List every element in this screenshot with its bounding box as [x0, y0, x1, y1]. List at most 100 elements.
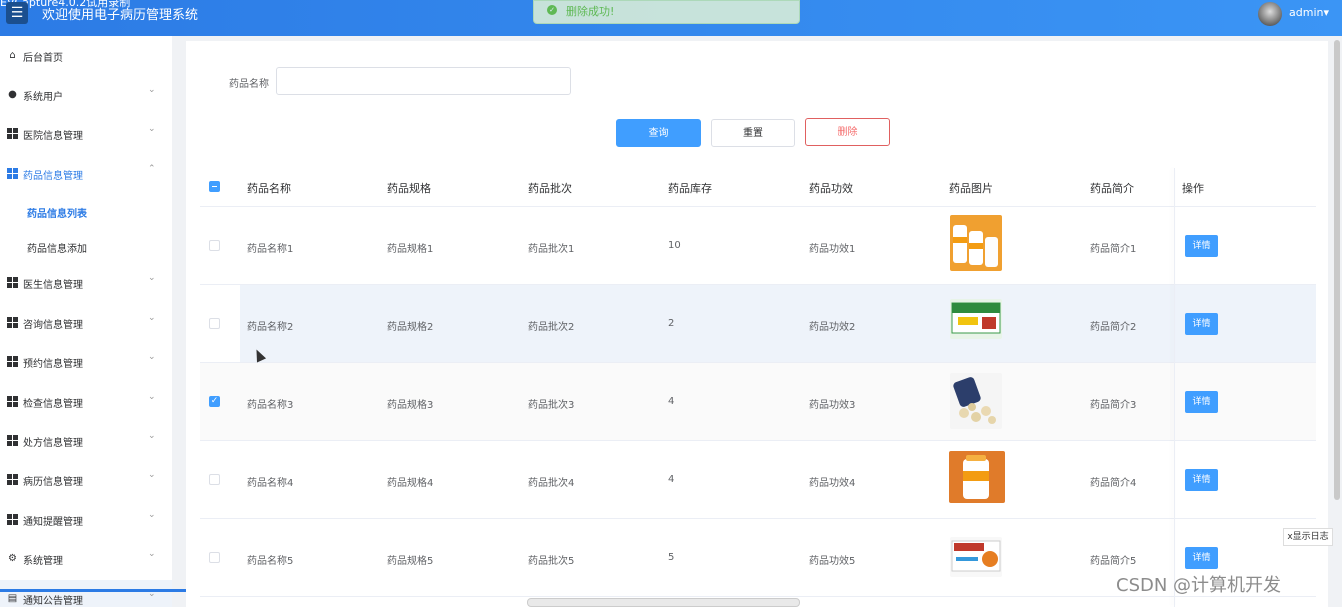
- app-title: 欢迎使用电子病历管理系统: [42, 8, 199, 23]
- cell-spec: 药品规格4: [387, 478, 434, 489]
- sidebar-item-home[interactable]: ⌂ 后台首页: [0, 37, 172, 75]
- row-checkbox[interactable]: [209, 318, 220, 329]
- grid-icon: [7, 435, 18, 446]
- cell-intro: 药品简介1: [1090, 244, 1137, 255]
- row-checkbox[interactable]: [209, 474, 220, 485]
- sidebar-item-label: 药品信息管理: [23, 171, 83, 182]
- select-all-checkbox[interactable]: [209, 181, 220, 192]
- detail-button[interactable]: 详情: [1185, 391, 1218, 413]
- sidebar-item-medicine[interactable]: 药品信息管理 ⌃: [0, 155, 172, 193]
- sidebar-item-label: 通知公告管理: [23, 596, 83, 607]
- user-name: admin: [1289, 6, 1324, 19]
- menu-toggle-icon[interactable]: ☰: [6, 2, 28, 24]
- table-row[interactable]: 药品名称4 药品规格4 药品批次4 4 药品功效4 药品简介4 详情: [200, 441, 1316, 519]
- sidebar-item-label: 咨询信息管理: [23, 320, 83, 331]
- cell-effect: 药品功效2: [809, 322, 856, 333]
- medicine-name-input[interactable]: [276, 67, 571, 95]
- row-checkbox[interactable]: [209, 552, 220, 563]
- sidebar-subitem-medicine-add[interactable]: 药品信息添加: [0, 229, 172, 263]
- toast-message: 删除成功!: [566, 5, 615, 18]
- row-checkbox[interactable]: [209, 240, 220, 251]
- sidebar-subitem-medicine-list[interactable]: 药品信息列表: [0, 194, 172, 228]
- medicine-image[interactable]: [949, 451, 1005, 503]
- sidebar-item-label: 系统用户: [23, 92, 63, 103]
- detail-button[interactable]: 详情: [1185, 235, 1218, 257]
- sidebar-item-prescription[interactable]: 处方信息管理 ⌄: [0, 422, 172, 460]
- sidebar-item-label: 病历信息管理: [23, 477, 83, 488]
- avatar[interactable]: [1258, 2, 1282, 26]
- table-row[interactable]: 药品名称2 药品规格2 药品批次2 2 药品功效2 药品简介2 详情: [200, 285, 1316, 363]
- query-button[interactable]: 查询: [616, 119, 701, 147]
- fixed-column-divider: [1174, 168, 1175, 607]
- delete-button[interactable]: 删除: [805, 118, 890, 146]
- show-log-button[interactable]: x显示日志: [1283, 528, 1333, 546]
- cell-intro: 药品简介3: [1090, 400, 1137, 411]
- detail-button[interactable]: 详情: [1185, 469, 1218, 491]
- user-menu[interactable]: admin▾: [1289, 6, 1329, 19]
- cell-stock: 5: [668, 552, 675, 563]
- sidebar-item-appointment[interactable]: 预约信息管理 ⌄: [0, 343, 172, 381]
- chevron-down-icon: ⌄: [148, 549, 156, 559]
- cell-stock: 4: [668, 474, 675, 485]
- search-label: 药品名称: [229, 79, 269, 90]
- grid-icon: [7, 128, 18, 139]
- sidebar-item-exam[interactable]: 检查信息管理 ⌄: [0, 383, 172, 421]
- recorder-controls[interactable]: [527, 598, 800, 607]
- medicine-image[interactable]: [950, 215, 1002, 271]
- cell-effect: 药品功效5: [809, 556, 856, 567]
- chevron-down-icon: ⌄: [148, 392, 156, 402]
- chevron-down-icon: ⌄: [148, 470, 156, 480]
- sidebar-item-label: 检查信息管理: [23, 399, 83, 410]
- sidebar-item-hospital[interactable]: 医院信息管理 ⌄: [0, 115, 172, 153]
- column-header: 药品库存: [668, 182, 712, 195]
- column-header: 药品名称: [247, 182, 291, 195]
- chevron-down-icon: ▾: [1323, 6, 1329, 19]
- cell-batch: 药品批次3: [528, 400, 575, 411]
- row-edge: [200, 285, 240, 362]
- cell-stock: 10: [668, 240, 681, 251]
- chevron-down-icon: ⌄: [148, 510, 156, 520]
- cell-batch: 药品批次1: [528, 244, 575, 255]
- sidebar-item-announcement[interactable]: ▤ 通知公告管理 ⌄: [0, 580, 172, 607]
- medicine-image[interactable]: [950, 373, 1002, 429]
- sidebar-item-label: 后台首页: [23, 53, 63, 64]
- detail-button[interactable]: 详情: [1185, 313, 1218, 335]
- column-header: 药品图片: [949, 182, 993, 195]
- cell-effect: 药品功效4: [809, 478, 856, 489]
- reset-button[interactable]: 重置: [711, 119, 795, 147]
- cell-spec: 药品规格5: [387, 556, 434, 567]
- table-row[interactable]: ✓ 药品名称3 药品规格3 药品批次3 4 药品功效3 药品简介3 详情: [200, 363, 1316, 441]
- grid-icon: [7, 396, 18, 407]
- row-checkbox[interactable]: ✓: [209, 396, 220, 407]
- detail-button[interactable]: 详情: [1185, 547, 1218, 569]
- column-header: 药品功效: [809, 182, 853, 195]
- success-toast: ✓ 删除成功!: [533, 0, 800, 24]
- chevron-down-icon: ⌄: [148, 352, 156, 362]
- cell-effect: 药品功效3: [809, 400, 856, 411]
- medicine-image[interactable]: [950, 537, 1002, 577]
- grid-icon: [7, 317, 18, 328]
- home-icon: ⌂: [9, 50, 16, 61]
- medicine-image[interactable]: [950, 299, 1002, 339]
- sidebar-item-system[interactable]: ⚙ 系统管理 ⌄: [0, 540, 172, 578]
- grid-icon: [7, 356, 18, 367]
- cell-intro: 药品简介2: [1090, 322, 1137, 333]
- cell-intro: 药品简介4: [1090, 478, 1137, 489]
- chevron-down-icon: ⌄: [148, 273, 156, 283]
- cell-name: 药品名称2: [247, 322, 294, 333]
- chevron-down-icon: ⌄: [148, 431, 156, 441]
- document-icon: ▤: [7, 593, 18, 604]
- cell-batch: 药品批次2: [528, 322, 575, 333]
- vertical-scrollbar[interactable]: [1334, 40, 1340, 500]
- cell-intro: 药品简介5: [1090, 556, 1137, 567]
- csdn-watermark: CSDN @计算机开发: [1116, 575, 1282, 596]
- sidebar-item-label: 预约信息管理: [23, 359, 83, 370]
- user-icon: ●: [8, 89, 17, 100]
- sidebar-item-medical-record[interactable]: 病历信息管理 ⌄: [0, 461, 172, 499]
- sidebar-item-doctor[interactable]: 医生信息管理 ⌄: [0, 264, 172, 302]
- cell-spec: 药品规格3: [387, 400, 434, 411]
- table-row[interactable]: 药品名称1 药品规格1 药品批次1 10 药品功效1 药品简介1 详情: [200, 207, 1316, 285]
- sidebar-item-reminder[interactable]: 通知提醒管理 ⌄: [0, 501, 172, 539]
- sidebar-item-consult[interactable]: 咨询信息管理 ⌄: [0, 304, 172, 342]
- sidebar-item-system-users[interactable]: ● 系统用户 ⌄: [0, 76, 172, 114]
